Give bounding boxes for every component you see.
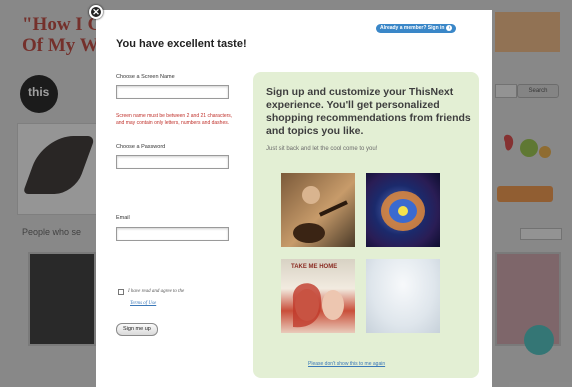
promo-headline: Sign up and customize your ThisNext expe… — [266, 86, 471, 137]
album-cover — [281, 173, 355, 247]
screen-name-label: Choose a Screen Name — [116, 74, 175, 80]
password-label: Choose a Password — [116, 144, 166, 150]
arrow-right-icon: › — [446, 24, 453, 31]
email-input[interactable] — [116, 227, 229, 241]
portrait-icon — [292, 283, 344, 328]
screen-name-input[interactable] — [116, 85, 229, 99]
sign-me-up-button[interactable]: Sign me up — [116, 323, 158, 336]
screen-name-error: Screen name must be between 2 and 21 cha… — [116, 113, 233, 126]
album-cover: TAKE ME HOME — [281, 259, 355, 333]
guitar-icon — [293, 186, 348, 243]
album-cover — [366, 259, 440, 333]
close-icon[interactable]: ✕ — [89, 5, 103, 19]
terms-checkbox[interactable] — [118, 289, 124, 295]
password-input[interactable] — [116, 155, 229, 169]
brain-art-icon — [381, 191, 425, 231]
signup-modal: Already a member? Sign in › You have exce… — [96, 10, 492, 387]
dont-show-again-link[interactable]: Please don't show this to me again — [308, 361, 385, 367]
promo-panel: Sign up and customize your ThisNext expe… — [253, 72, 479, 378]
album-cover — [366, 173, 440, 247]
sign-in-link[interactable]: Already a member? Sign in › — [376, 24, 457, 33]
modal-title: You have excellent taste! — [116, 38, 247, 50]
terms-of-use-link[interactable]: Terms of Use — [130, 301, 156, 306]
promo-subtext: Just sit back and let the cool come to y… — [266, 146, 378, 152]
terms-text: I have read and agree to the — [128, 289, 185, 294]
email-label: Email — [116, 215, 130, 221]
